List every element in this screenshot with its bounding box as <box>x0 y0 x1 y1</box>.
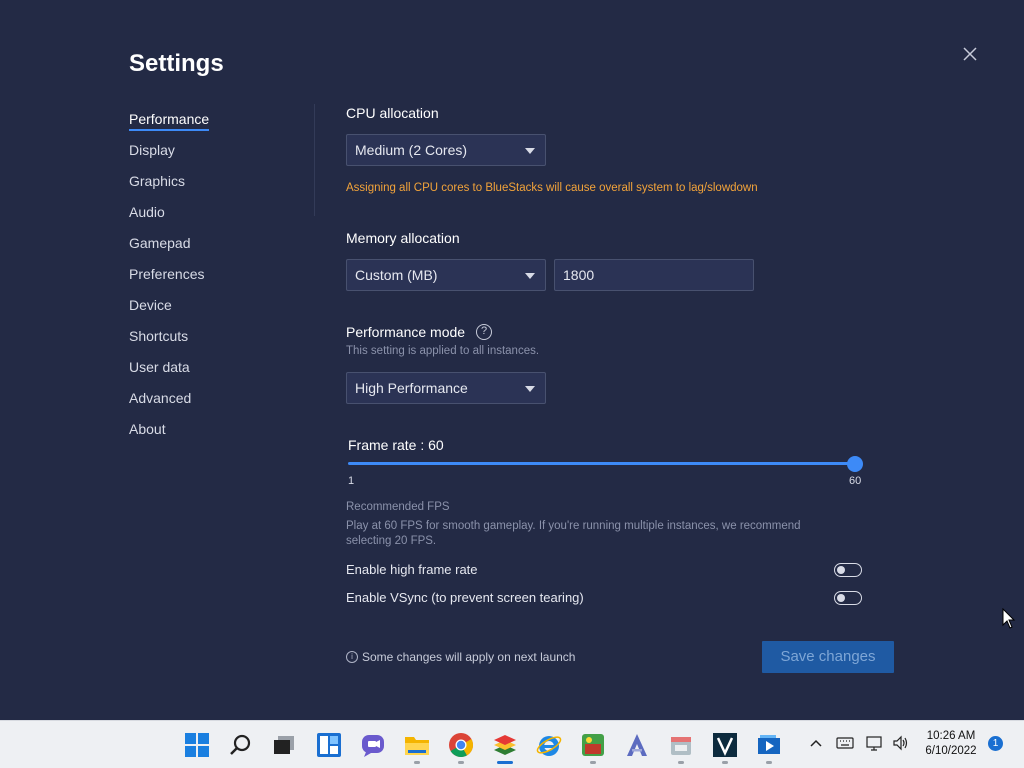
performance-mode-note: This setting is applied to all instances… <box>346 345 540 357</box>
task-view-icon[interactable] <box>272 732 298 758</box>
frame-rate-slider-thumb[interactable] <box>847 456 863 472</box>
notification-badge[interactable]: 1 <box>988 736 1003 751</box>
memory-value-input[interactable]: 1800 <box>554 259 754 291</box>
taskbar: 10:26 AM 6/10/2022 <box>0 720 1024 768</box>
vsync-label: Enable VSync (to prevent screen tearing) <box>346 590 584 605</box>
app-a-icon[interactable] <box>624 732 650 758</box>
sidebar-item-user-data[interactable]: User data <box>129 354 209 385</box>
cpu-allocation-label: CPU allocation <box>346 105 439 121</box>
game-icon[interactable] <box>580 732 606 758</box>
sidebar-item-performance[interactable]: Performance <box>129 106 210 137</box>
chat-icon[interactable] <box>360 732 386 758</box>
memory-mode-select[interactable]: Custom (MB) <box>346 259 546 291</box>
running-indicator <box>590 761 596 764</box>
volume-icon[interactable] <box>892 735 910 754</box>
recommended-fps-text-line2: selecting 20 FPS. <box>346 535 437 547</box>
memory-mode-value: Custom (MB) <box>355 267 438 283</box>
running-indicator <box>722 761 728 764</box>
recommended-fps-text-line1: Play at 60 FPS for smooth gameplay. If y… <box>346 520 801 532</box>
cpu-allocation-select[interactable]: Medium (2 Cores) <box>346 134 546 166</box>
app-box-icon[interactable] <box>668 732 694 758</box>
save-changes-button[interactable]: Save changes <box>762 641 894 673</box>
recommended-fps-title: Recommended FPS <box>346 501 450 513</box>
chrome-icon[interactable] <box>448 732 474 758</box>
toggle-knob <box>837 565 845 574</box>
sidebar-item-graphics[interactable]: Graphics <box>129 168 209 199</box>
sidebar-divider <box>314 104 315 216</box>
sidebar-item-gamepad[interactable]: Gamepad <box>129 230 209 261</box>
info-icon: i <box>346 651 358 663</box>
sidebar-item-advanced[interactable]: Advanced <box>129 385 209 416</box>
media-player-icon[interactable] <box>756 732 782 758</box>
toggle-knob <box>837 593 845 602</box>
running-indicator <box>678 761 684 764</box>
sidebar-item-preferences[interactable]: Preferences <box>129 261 209 292</box>
launch-note: Some changes will apply on next launch <box>362 650 576 664</box>
running-indicator <box>414 761 420 764</box>
chevron-up-icon[interactable] <box>808 735 824 754</box>
help-icon[interactable]: ? <box>476 324 492 340</box>
settings-sidebar: Performance Display Graphics Audio Gamep… <box>129 106 210 447</box>
cpu-allocation-value: Medium (2 Cores) <box>355 142 468 158</box>
network-icon[interactable] <box>866 735 884 754</box>
high-frame-rate-label: Enable high frame rate <box>346 562 478 577</box>
file-explorer-icon[interactable] <box>404 732 430 758</box>
memory-allocation-label: Memory allocation <box>346 230 460 246</box>
performance-mode-select[interactable]: High Performance <box>346 372 546 404</box>
chevron-down-icon <box>525 273 535 279</box>
sidebar-item-device[interactable]: Device <box>129 292 209 323</box>
settings-window: Settings Performance Display Graphics Au… <box>0 0 1024 720</box>
system-clock[interactable]: 10:26 AM 6/10/2022 <box>918 729 984 759</box>
chevron-down-icon <box>525 148 535 154</box>
active-app-indicator <box>497 761 513 764</box>
frame-rate-label: Frame rate : 60 <box>348 437 444 453</box>
keyboard-icon[interactable] <box>836 735 854 754</box>
search-icon[interactable] <box>228 732 254 758</box>
internet-explorer-icon[interactable] <box>536 732 562 758</box>
widgets-icon[interactable] <box>316 732 342 758</box>
sidebar-item-shortcuts[interactable]: Shortcuts <box>129 323 209 354</box>
clock-date: 6/10/2022 <box>925 745 977 757</box>
page-title: Settings <box>129 50 224 77</box>
frame-rate-min-label: 1 <box>348 475 355 487</box>
start-icon[interactable] <box>184 732 210 758</box>
bluestacks-icon[interactable] <box>492 732 518 758</box>
frame-rate-max-label: 60 <box>849 475 862 487</box>
v-app-icon[interactable] <box>712 732 738 758</box>
running-indicator <box>766 761 772 764</box>
mouse-pointer-icon <box>1002 607 1016 635</box>
frame-rate-slider-track[interactable] <box>348 462 856 465</box>
performance-mode-value: High Performance <box>355 380 468 396</box>
running-indicator <box>458 761 464 764</box>
clock-time: 10:26 AM <box>926 730 976 742</box>
sidebar-item-display[interactable]: Display <box>129 137 209 168</box>
cpu-warning-text: Assigning all CPU cores to BlueStacks wi… <box>346 182 758 194</box>
high-frame-rate-toggle[interactable] <box>834 563 862 577</box>
chevron-down-icon <box>525 386 535 392</box>
performance-mode-label: Performance mode <box>346 324 466 340</box>
sidebar-item-audio[interactable]: Audio <box>129 199 209 230</box>
vsync-toggle[interactable] <box>834 591 862 605</box>
close-icon[interactable] <box>958 42 982 66</box>
sidebar-item-about[interactable]: About <box>129 416 209 447</box>
